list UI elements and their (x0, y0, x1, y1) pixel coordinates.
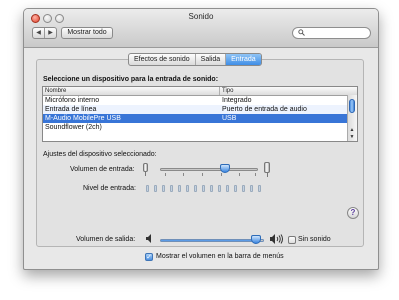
table-row-selected[interactable]: M-Audio MobilePre USB USB (43, 114, 357, 123)
microphone-high-icon (264, 162, 270, 173)
column-header-type[interactable]: Tipo (219, 87, 233, 95)
table-header: Nombre Tipo (43, 87, 357, 96)
input-volume-label: Volumen de entrada: (70, 166, 135, 173)
output-volume-slider[interactable] (160, 239, 264, 242)
mute-label: Sin sonido (298, 236, 331, 243)
input-volume-slider[interactable] (160, 168, 258, 176)
tab-sound-effects[interactable]: Efectos de sonido (129, 54, 196, 65)
input-level-meter (146, 185, 261, 192)
help-button[interactable]: ? (347, 207, 359, 219)
table-row[interactable]: Micrófono interno Integrado (43, 96, 357, 105)
device-type: Puerto de entrada de audio (222, 106, 307, 113)
level-segment (226, 185, 229, 192)
level-segment (186, 185, 189, 192)
level-segment (258, 185, 261, 192)
table-row[interactable]: Entrada de línea Puerto de entrada de au… (43, 105, 357, 114)
level-segment (178, 185, 181, 192)
output-volume-slider-knob[interactable] (250, 235, 261, 244)
level-segment (242, 185, 245, 192)
device-name: Micrófono interno (45, 97, 100, 104)
device-name: M-Audio MobilePre USB (45, 115, 121, 122)
level-segment (218, 185, 221, 192)
table-scrollbar[interactable]: ▲ ▼ (347, 95, 357, 141)
level-segment (170, 185, 173, 192)
search-icon (298, 29, 305, 39)
level-segment (162, 185, 165, 192)
search-input[interactable] (292, 27, 371, 39)
microphone-high-icon-stand (267, 173, 268, 177)
input-device-table: Nombre Tipo Micrófono interno Integrado … (42, 86, 358, 142)
show-all-button[interactable]: Mostrar todo (61, 27, 113, 39)
titlebar: Sonido ◀ ▶ Mostrar todo (24, 9, 378, 48)
back-button[interactable]: ◀ (33, 28, 45, 38)
input-volume-slider-knob[interactable] (219, 164, 230, 173)
show-volume-in-menubar-checkbox[interactable]: ✓ (145, 253, 153, 261)
column-header-name[interactable]: Nombre (45, 87, 66, 95)
level-segment (154, 185, 157, 192)
level-segment (194, 185, 197, 192)
tab-input[interactable]: Entrada (226, 54, 261, 65)
selected-device-settings-label: Ajustes del dispositivo seleccionado: (43, 151, 157, 158)
level-segment (250, 185, 253, 192)
scroll-up-arrow-icon[interactable]: ▲ (348, 127, 356, 133)
scroll-down-arrow-icon[interactable]: ▼ (348, 134, 356, 140)
forward-button[interactable]: ▶ (45, 28, 56, 38)
output-volume-label: Volumen de salida: (76, 236, 136, 243)
tab-bar: Efectos de sonido Salida Entrada (128, 53, 262, 66)
level-segment (146, 185, 149, 192)
level-segment (234, 185, 237, 192)
scrollbar-thumb[interactable] (349, 99, 355, 113)
microphone-low-icon (143, 163, 148, 172)
microphone-low-icon-stand (145, 172, 146, 176)
table-row[interactable]: Soundflower (2ch) (43, 123, 357, 132)
back-forward-buttons: ◀ ▶ (32, 27, 57, 39)
level-segment (210, 185, 213, 192)
device-name: Soundflower (2ch) (45, 124, 102, 131)
device-type: Integrado (222, 97, 252, 104)
window-title: Sonido (188, 12, 214, 21)
device-name: Entrada de línea (45, 106, 97, 113)
mute-checkbox[interactable] (288, 236, 296, 244)
tab-output[interactable]: Salida (196, 54, 227, 65)
level-segment (202, 185, 205, 192)
speaker-high-icon (270, 234, 284, 246)
show-volume-in-menubar-label: Mostrar el volumen en la barra de menús (156, 253, 284, 260)
input-device-prompt: Seleccione un dispositivo para la entrad… (43, 76, 219, 83)
speaker-low-icon (146, 234, 153, 245)
device-type: USB (222, 115, 237, 122)
input-level-label: Nivel de entrada: (83, 185, 136, 192)
